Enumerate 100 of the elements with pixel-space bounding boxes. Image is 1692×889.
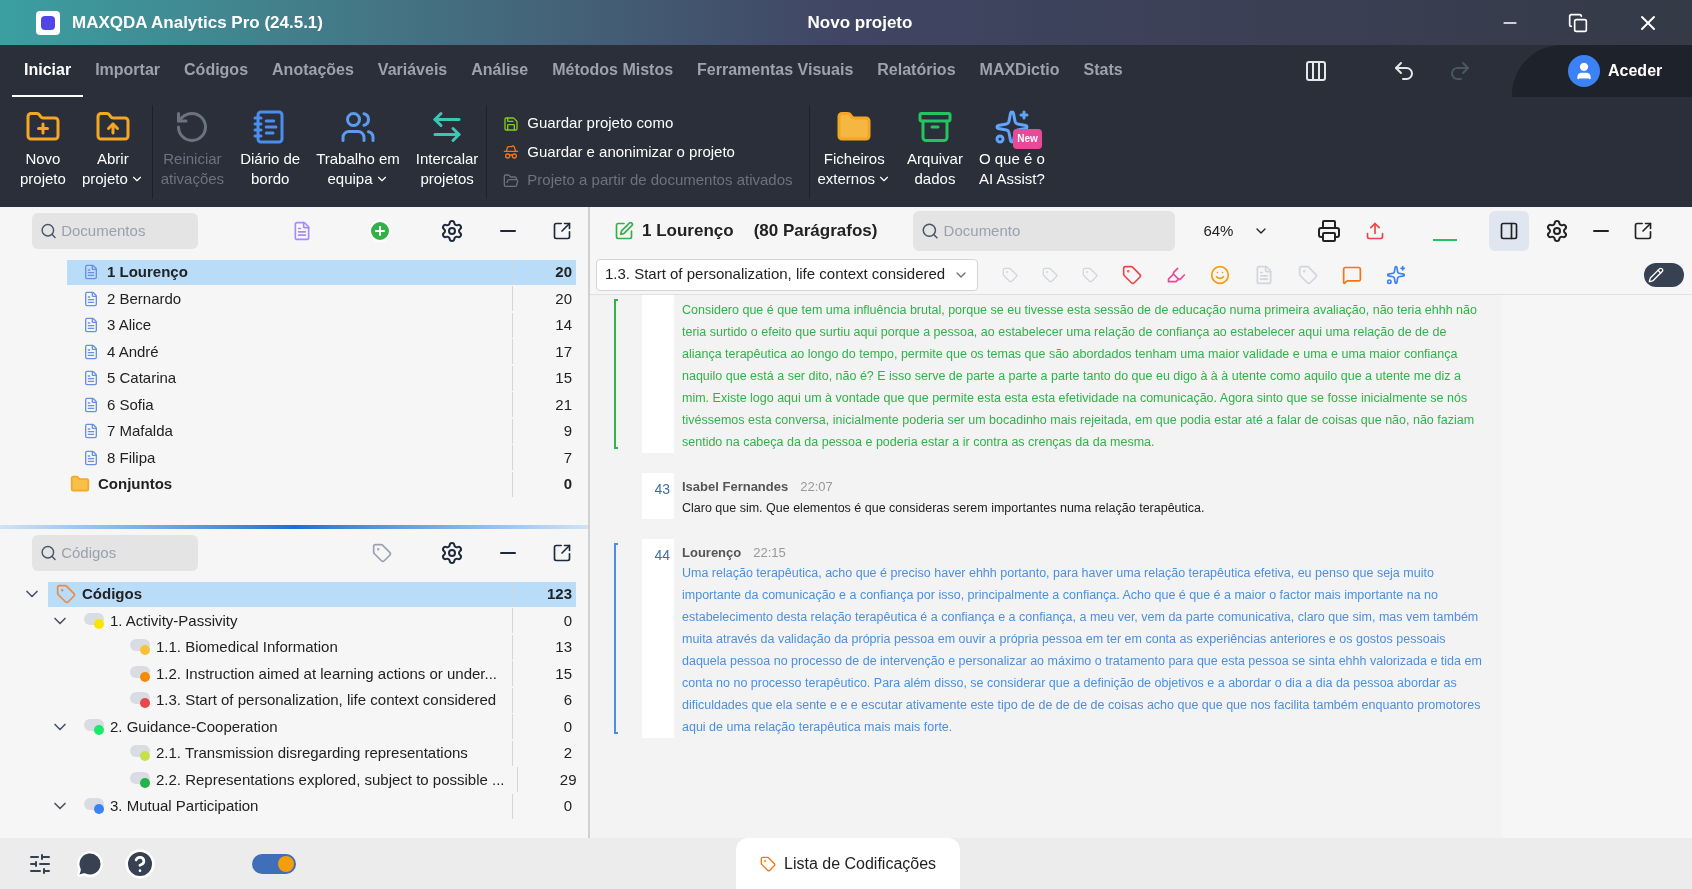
menu-tab[interactable]: Variáveis — [365, 45, 460, 97]
code-item[interactable]: 1.2. Instruction aimed at learning actions or under... 15 — [122, 661, 576, 687]
document-item[interactable]: 8 Filipa 7 — [67, 445, 576, 471]
pencil-icon — [1648, 266, 1664, 283]
code-count: 6 — [512, 687, 576, 713]
document-count: 7 — [512, 445, 576, 471]
speaker-name: Lourenço — [682, 543, 742, 562]
code-dropdown[interactable]: 1.3. Start of personalization, life context considered — [596, 258, 979, 291]
document-count: 17 — [512, 339, 576, 365]
menu-tab[interactable]: MAXDictio — [967, 45, 1072, 97]
code-name: 1.2. Instruction aimed at learning actions or under... — [156, 663, 498, 684]
restore-icon[interactable] — [1568, 12, 1588, 33]
print-icon[interactable] — [1317, 219, 1342, 243]
code-item[interactable]: Códigos 123 — [48, 581, 576, 607]
settings-icon[interactable] — [440, 541, 464, 565]
highlighter-icon[interactable] — [1166, 264, 1187, 285]
undock-icon[interactable] — [552, 221, 572, 241]
filter-icon[interactable] — [28, 851, 52, 876]
code-item[interactable]: 2.2. Representations explored, subject to possible ... 29 — [122, 767, 581, 793]
bottom-tab[interactable]: Lista de Codificações — [736, 838, 961, 889]
document-count: 15 — [512, 365, 576, 391]
panel-toggle-button[interactable] — [1489, 211, 1530, 251]
new-badge: New — [1013, 129, 1042, 149]
add-icon[interactable] — [368, 219, 392, 243]
search-input[interactable]: Documento — [943, 219, 1168, 243]
settings-icon[interactable] — [440, 219, 464, 243]
menu-tab[interactable]: Métodos Mistos — [540, 45, 686, 97]
document-item[interactable]: 5 Catarina 15 — [67, 365, 576, 391]
document-item[interactable]: 7 Mafalda 9 — [67, 418, 576, 444]
document-count: 20 — [512, 259, 576, 285]
theme-toggle[interactable] — [252, 853, 296, 874]
document-item[interactable]: 2 Bernardo 20 — [67, 286, 576, 312]
ribbon-button[interactable]: Arquivar dados — [899, 105, 971, 199]
ribbon-button[interactable]: Trabalho em equipa — [308, 105, 408, 199]
code-highlight-icon[interactable] — [1122, 264, 1143, 285]
ribbon-button[interactable]: Ficheiros externos — [809, 105, 900, 199]
document-item[interactable]: 6 Sofia 21 — [67, 392, 576, 418]
sign-in-button[interactable]: Aceder — [1608, 59, 1663, 83]
ai-icon[interactable] — [1386, 264, 1407, 285]
chat-icon[interactable] — [76, 849, 104, 878]
ribbon-menu-item[interactable]: Guardar projeto como — [503, 112, 793, 135]
ribbon-button[interactable]: Novo projeto — [12, 105, 74, 199]
menu-tab[interactable]: Códigos — [172, 45, 261, 97]
code-count: 0 — [512, 793, 576, 819]
document-item[interactable]: 1 Lourenço 20 — [67, 259, 576, 285]
search-field[interactable]: Documentos — [32, 213, 198, 249]
search-input[interactable]: Códigos — [61, 541, 190, 565]
ribbon-menu-item[interactable]: Guardar e anonimizar o projeto — [503, 140, 793, 164]
code-item[interactable]: 1.3. Start of personalization, life context considered 6 — [122, 687, 576, 713]
code-item[interactable]: 3. Mutual Participation 0 — [76, 793, 576, 819]
document-name: 3 Alice — [107, 315, 152, 335]
code-item[interactable]: 2.1. Transmission disregarding representations 2 — [122, 740, 576, 766]
document-name: 8 Filipa — [107, 447, 156, 468]
avatar-icon — [1568, 55, 1600, 87]
code-name: Códigos — [82, 584, 142, 604]
edit-mode-toggle[interactable] — [1644, 262, 1684, 287]
undock-icon[interactable] — [1633, 221, 1654, 241]
menu-tab[interactable]: Stats — [1071, 45, 1135, 97]
edit-icon[interactable] — [614, 221, 634, 241]
code-name: 1. Activity-Passivity — [110, 610, 238, 631]
settings-icon[interactable] — [1545, 219, 1570, 243]
columns-icon[interactable] — [1304, 59, 1328, 83]
code-item[interactable]: 1. Activity-Passivity 0 — [76, 608, 576, 634]
menu-tab[interactable]: Relatórios — [865, 45, 968, 97]
ribbon-button[interactable]: Abrir projeto — [73, 105, 153, 199]
document-name: 2 Bernardo — [107, 288, 182, 309]
search-input[interactable]: Documentos — [61, 219, 190, 243]
code-count: 29 — [516, 767, 581, 793]
ribbon-button[interactable]: Diário de bordo — [232, 105, 309, 199]
document-count: 20 — [512, 286, 576, 312]
document-count: 21 — [512, 392, 576, 418]
search-field[interactable]: Códigos — [32, 535, 198, 571]
undock-icon[interactable] — [552, 543, 572, 563]
paragraph-text: Claro que sim. Que elementos é que consideras serem importantes numa relação terapêutica. — [682, 499, 1206, 517]
document-count: 0 — [512, 471, 576, 497]
code-name: 1.1. Biomedical Information — [156, 637, 338, 657]
app-title: MAXQDA Analytics Pro (24.5.1) — [72, 11, 323, 34]
menu-tab[interactable]: Importar — [83, 45, 173, 97]
document-item[interactable]: 3 Alice 14 — [67, 312, 576, 338]
document-name: 5 Catarina — [107, 368, 177, 388]
document-item[interactable]: 4 André 17 — [67, 339, 576, 365]
code-item[interactable]: 2. Guidance-Cooperation 0 — [76, 714, 576, 740]
set-item[interactable]: Conjuntos 0 — [54, 471, 576, 497]
undo-icon[interactable] — [1392, 59, 1416, 83]
document-search-field[interactable]: Documento — [913, 211, 1176, 251]
menu-tab[interactable]: Anotações — [260, 45, 366, 97]
paragraph-number: 43 — [654, 481, 670, 497]
code-item[interactable]: 1.1. Biomedical Information 13 — [122, 634, 576, 660]
code-tag-icon — [130, 771, 150, 784]
code-tag-icon — [84, 718, 104, 731]
export-icon[interactable] — [1365, 221, 1386, 241]
help-icon[interactable] — [124, 847, 156, 880]
menu-tab[interactable]: Análise — [459, 45, 541, 97]
document-icon — [83, 449, 99, 466]
code-count: 15 — [512, 661, 576, 687]
comment-icon[interactable] — [1342, 264, 1363, 285]
zoom-dropdown[interactable]: 64% — [1203, 219, 1270, 243]
menu-tab[interactable]: Ferramentas Visuais — [685, 45, 866, 97]
ribbon-button[interactable]: Intercalar projetos — [407, 105, 488, 199]
ribbon-button[interactable]: New O que é o AI Assist? — [970, 105, 1053, 199]
